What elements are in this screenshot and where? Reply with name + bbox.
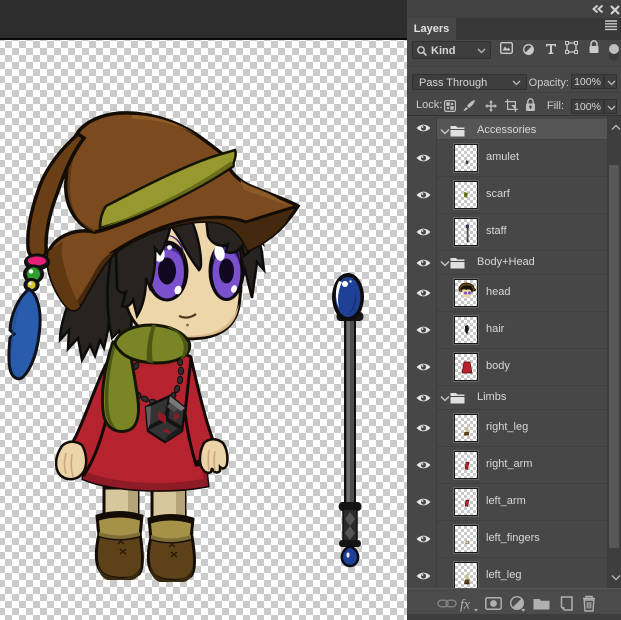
svg-text:fx: fx (460, 598, 471, 613)
